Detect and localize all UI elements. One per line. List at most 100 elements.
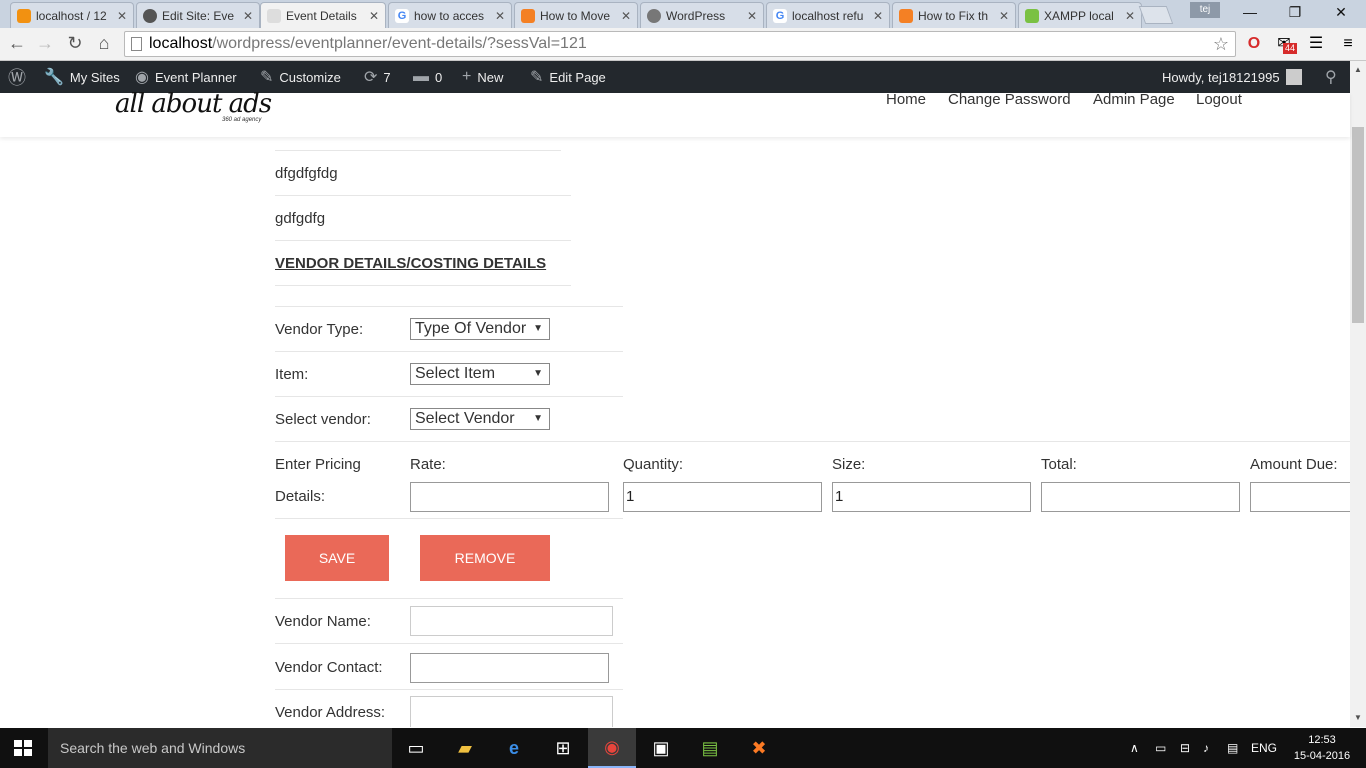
new-content-menu[interactable]: + New [462,61,503,93]
browser-tab-3[interactable]: Event Details ✕ [260,2,386,28]
close-icon[interactable]: ✕ [495,9,505,23]
vendor-name-label: Vendor Name: [275,613,371,630]
address-bar[interactable]: localhost/wordpress/eventplanner/event-d… [124,31,1236,57]
file-explorer-icon[interactable]: ▰ [441,728,489,768]
account-menu[interactable]: Howdy, tej18121995 [1162,61,1302,93]
scroll-up-arrow-icon[interactable]: ▲ [1354,65,1362,74]
close-icon[interactable]: ✕ [621,9,631,23]
chrome-icon[interactable]: ◉ [588,728,636,768]
dropdown-arrow-icon: ▼ [533,413,543,424]
close-icon[interactable]: ✕ [243,9,253,23]
taskbar-search-box[interactable]: Search the web and Windows [48,728,392,768]
command-prompt-icon[interactable]: ▣ [637,728,685,768]
size-input[interactable]: 1 [832,482,1031,512]
browser-tab-2[interactable]: Edit Site: Eve ✕ [136,2,260,28]
rate-label: Rate: [410,456,446,473]
new-tab-button[interactable] [1138,6,1174,24]
opera-extension-icon[interactable]: O [1244,34,1264,54]
close-window-icon[interactable]: ✕ [1326,4,1356,21]
browser-tab-7[interactable]: G localhost refu ✕ [766,2,890,28]
total-input[interactable] [1041,482,1240,512]
browser-tab-4[interactable]: G how to acces ✕ [388,2,512,28]
forward-icon[interactable]: → [34,33,56,54]
customize-menu[interactable]: ✎ Customize [260,61,341,93]
language-indicator[interactable]: ENG [1251,728,1277,768]
url-host: localhost [149,35,213,52]
page-scrollbar[interactable]: ▲ ▼ [1350,61,1366,727]
nav-logout[interactable]: Logout [1196,91,1242,108]
vendor-name-input[interactable] [410,606,613,636]
wordpress-logo-icon[interactable]: Ⓦ [8,61,26,93]
notepad-plus-icon[interactable]: ▤ [686,728,734,768]
network-icon[interactable]: ⊟ [1180,728,1190,768]
browser-tab-9[interactable]: XAMPP local ✕ [1018,2,1142,28]
divider [275,285,571,286]
browser-tab-6[interactable]: WordPress ✕ [640,2,764,28]
minimize-icon[interactable]: — [1235,4,1265,20]
action-center-icon[interactable]: ▤ [1227,728,1238,768]
edit-page-menu[interactable]: ✎ Edit Page [530,61,606,93]
task-view-icon[interactable]: ▭ [392,728,440,768]
divider [275,689,623,690]
browser-tab-1[interactable]: localhost / 12 ✕ [10,2,134,28]
page-content: dfgdfgfdg gdfgdfg VENDOR DETAILS/COSTING… [0,137,1350,727]
scroll-down-arrow-icon[interactable]: ▼ [1354,713,1362,722]
close-icon[interactable]: ✕ [873,9,883,23]
profile-badge[interactable]: tej [1190,2,1220,18]
my-sites-menu[interactable]: 🔧 My Sites [44,61,120,93]
volume-icon[interactable]: ♪ [1203,728,1209,768]
extension-menu-icon[interactable]: ☰ [1306,34,1326,54]
stackoverflow-icon [521,8,535,23]
close-icon[interactable]: ✕ [999,9,1009,23]
clock-date: 15-04-2016 [1293,750,1351,762]
divider [275,150,561,151]
quantity-input[interactable]: 1 [623,482,822,512]
reload-icon[interactable]: ↻ [64,33,86,54]
edit-page-label: Edit Page [549,69,606,85]
tab-label: Event Details [286,8,357,23]
mail-extension-icon[interactable]: ✉44 [1274,34,1298,54]
nav-home[interactable]: Home [886,91,926,108]
save-button[interactable]: SAVE [285,535,389,581]
amount-due-input[interactable] [1250,482,1350,512]
close-icon[interactable]: ✕ [1125,9,1135,23]
close-icon[interactable]: ✕ [369,9,379,23]
close-icon[interactable]: ✕ [117,9,127,23]
vendor-type-select[interactable]: Type Of Vendor ▼ [410,318,550,340]
browser-tab-8[interactable]: How to Fix th ✕ [892,2,1016,28]
bookmark-star-icon[interactable]: ☆ [1213,32,1229,56]
remove-button[interactable]: REMOVE [420,535,550,581]
home-icon[interactable]: ⌂ [93,33,115,54]
rate-input[interactable] [410,482,609,512]
xampp-icon[interactable]: ✖ [735,728,783,768]
store-icon[interactable]: ⊞ [539,728,587,768]
admin-search-icon[interactable]: ⚲ [1325,61,1337,93]
vendor-select[interactable]: Select Vendor ▼ [410,408,550,430]
nav-admin-page[interactable]: Admin Page [1093,91,1175,108]
windows-start-icon[interactable] [14,740,32,756]
my-sites-label: My Sites [69,69,120,85]
restore-icon[interactable]: ❐ [1280,4,1310,21]
comments-menu[interactable]: ▬ 0 [413,61,442,93]
show-hidden-icons[interactable]: ∧ [1130,728,1139,768]
vendor-address-input[interactable] [410,696,613,727]
tab-label: XAMPP local [1044,8,1114,23]
item-select[interactable]: Select Item ▼ [410,363,550,385]
back-icon[interactable]: ← [6,33,28,54]
browser-tab-5[interactable]: How to Move ✕ [514,2,638,28]
size-label: Size: [832,456,866,473]
divider [275,195,571,196]
scroll-thumb[interactable] [1352,127,1364,323]
taskbar-clock[interactable]: 12:53 15-04-2016 [1290,732,1354,764]
updates-menu[interactable]: ⟳ 7 [364,61,391,93]
howdy-label: Howdy, tej18121995 [1162,69,1280,85]
chrome-menu-icon[interactable]: ≡ [1338,34,1358,54]
edge-icon[interactable]: e [490,728,538,768]
close-icon[interactable]: ✕ [747,9,757,23]
nav-change-password[interactable]: Change Password [948,91,1071,108]
wordpress-icon [143,8,157,23]
vendor-contact-input[interactable] [410,653,609,683]
vendor-address-label: Vendor Address: [275,704,386,721]
xampp-icon [1025,8,1039,23]
battery-icon[interactable]: ▭ [1155,728,1166,768]
